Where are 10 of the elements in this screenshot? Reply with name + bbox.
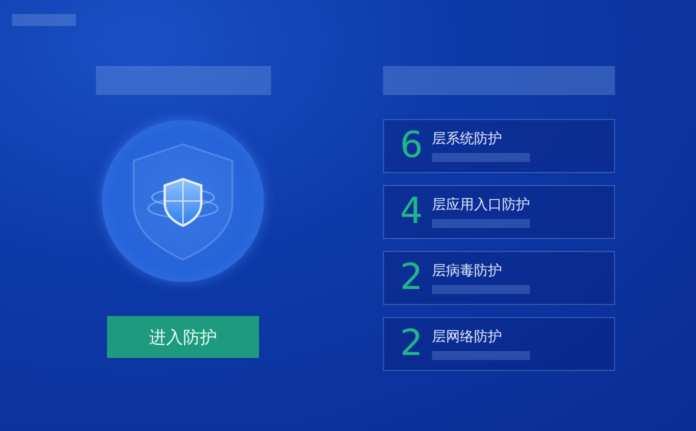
layer-label: 层系统防护 — [432, 130, 503, 148]
layer-label: 层病毒防护 — [432, 262, 503, 280]
enter-protection-button[interactable]: 进入防护 — [107, 316, 259, 358]
layer-count: 2 — [400, 326, 424, 362]
skeleton-bar — [12, 14, 76, 26]
layer-label: 层应用入口防护 — [432, 196, 530, 214]
layer-label: 层网络防护 — [432, 328, 503, 346]
layer-count: 2 — [400, 260, 424, 296]
layer-count: 6 — [400, 128, 424, 164]
layer-count: 4 — [400, 194, 424, 230]
